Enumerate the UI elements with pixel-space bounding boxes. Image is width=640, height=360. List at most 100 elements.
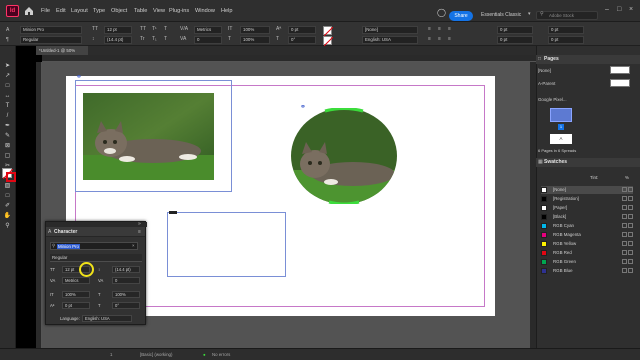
close-icon[interactable]: × — [629, 6, 633, 13]
baseline-shift-field[interactable]: 0 pt — [288, 26, 316, 34]
menu-layout[interactable]: Layout — [71, 8, 88, 14]
align-left-icon[interactable]: ≡ — [428, 26, 431, 32]
skew-field[interactable]: 0° — [288, 36, 316, 44]
subscript-icon[interactable]: T₁ — [152, 36, 157, 42]
align-center-icon[interactable]: ≡ — [438, 26, 441, 32]
tracking-field[interactable]: 0 — [194, 36, 222, 44]
kitten-ellipse-image[interactable] — [291, 108, 397, 204]
paragraph-style-field[interactable]: [None] — [362, 26, 418, 34]
swatch-row[interactable]: [Registration] — [541, 195, 633, 203]
rectangle-frame-tool-icon[interactable]: ⊠ — [3, 142, 12, 150]
right-indent-field[interactable]: 0 pt — [548, 26, 584, 34]
link-icon-ellipse[interactable]: ⚭ — [300, 103, 306, 111]
minimize-icon[interactable]: – — [605, 6, 609, 13]
font-size-field[interactable]: 12 pt — [104, 26, 132, 34]
preflight-profile[interactable]: [Basic] (working) — [140, 352, 172, 357]
lightbulb-icon[interactable]: ◯ — [437, 8, 446, 17]
text-frame-handle[interactable] — [169, 211, 177, 214]
pages-none[interactable]: [None] — [538, 68, 551, 73]
eyedropper-tool-icon[interactable]: ✐ — [3, 202, 12, 210]
line-tool-icon[interactable]: / — [3, 112, 12, 120]
panel-language-field[interactable]: English: USA — [82, 315, 132, 322]
clear-icon[interactable]: × — [132, 243, 135, 248]
zoom-tool-icon[interactable]: ⚲ — [3, 222, 12, 230]
panel-baseline-field[interactable]: 0 pt — [62, 302, 90, 309]
menu-edit[interactable]: Edit — [56, 8, 66, 14]
document-tab[interactable]: *Untitled-1 @ 50% — [36, 46, 88, 55]
stock-search-input[interactable]: Adobe Stock — [536, 11, 598, 20]
swatches-panel-title[interactable]: Swatches — [536, 158, 640, 167]
horizontal-ruler[interactable] — [42, 55, 536, 62]
language-field[interactable]: English: USA — [362, 36, 418, 44]
text-frame[interactable] — [167, 211, 286, 277]
panel-font-field[interactable]: ⚲ Minion Pro × — [50, 242, 138, 250]
all-caps-icon[interactable]: TT — [140, 26, 146, 32]
page-indicator[interactable]: 1 — [110, 352, 112, 357]
menu-help[interactable]: Help — [221, 8, 233, 14]
menu-object[interactable]: Object — [111, 8, 127, 14]
font-style-field[interactable]: Regular — [20, 36, 82, 44]
panel-skew-field[interactable]: 0° — [112, 302, 140, 309]
character-mode-icon[interactable]: A — [6, 27, 9, 33]
home-icon[interactable] — [24, 6, 34, 16]
leading-field[interactable]: (14.4 pt) — [104, 36, 132, 44]
tint-value[interactable]: % — [625, 175, 629, 180]
page-1-thumbnail[interactable] — [550, 108, 572, 122]
left-indent-field[interactable]: 0 pt — [497, 26, 533, 34]
panel-hscale-field[interactable]: 100% — [112, 291, 140, 298]
stroke-none-swatch[interactable] — [323, 36, 334, 47]
swatch-row[interactable]: RGB Red — [541, 249, 633, 257]
swatch-row[interactable]: [None] — [541, 186, 633, 194]
panel-kerning-field[interactable]: Metrics — [62, 277, 90, 284]
justify-left-icon[interactable]: ≡ — [428, 36, 431, 42]
vertical-scale-field[interactable]: 100% — [240, 26, 270, 34]
last-line-indent-field[interactable]: 0 pt — [548, 36, 584, 44]
page-2-thumbnail[interactable]: A — [550, 134, 572, 144]
hand-tool-icon[interactable]: ✋ — [3, 212, 12, 220]
menu-view[interactable]: View — [153, 8, 165, 14]
selection-tool-icon[interactable]: ➤ — [3, 62, 12, 70]
menu-window[interactable]: Window — [195, 8, 215, 14]
pages-a-parent[interactable]: A-Parent — [538, 81, 555, 86]
gradient-tool-icon[interactable]: ▧ — [3, 182, 12, 190]
menu-type[interactable]: Type — [93, 8, 105, 14]
small-caps-icon[interactable]: Tr — [140, 36, 145, 42]
panel-leading-field[interactable]: (14.4 pt) — [112, 266, 140, 273]
rectangle-tool-icon[interactable]: ▢ — [3, 152, 12, 160]
parent-thumb-a[interactable] — [610, 79, 630, 87]
swatch-row[interactable]: RGB Yellow — [541, 240, 633, 248]
align-right-icon[interactable]: ≡ — [448, 26, 451, 32]
parent-thumb-none[interactable] — [610, 66, 630, 74]
fill-none-swatch[interactable] — [323, 26, 334, 37]
superscript-icon[interactable]: T¹ — [152, 26, 157, 32]
gap-tool-icon[interactable]: ↔ — [3, 92, 12, 100]
font-name-selected[interactable]: Minion Pro — [57, 244, 80, 249]
pencil-tool-icon[interactable]: ✎ — [3, 132, 12, 140]
panel-vscale-field[interactable]: 100% — [62, 291, 90, 298]
paragraph-mode-icon[interactable]: ¶ — [6, 37, 9, 43]
swatch-row[interactable]: RGB Green — [541, 258, 633, 266]
swatch-row[interactable]: [Black] — [541, 213, 633, 221]
swatch-row[interactable]: RGB Cyan — [541, 222, 633, 230]
horizontal-scale-field[interactable]: 100% — [240, 36, 270, 44]
font-family-field[interactable]: Minion Pro — [20, 26, 82, 34]
menu-table[interactable]: Table — [134, 8, 147, 14]
menu-file[interactable]: File — [41, 8, 50, 14]
pages-layout-selector[interactable]: Google Pixel... — [538, 97, 567, 102]
swatch-row[interactable]: RGB Magenta — [541, 231, 633, 239]
panel-menu-icon[interactable]: ≡ — [138, 229, 141, 235]
first-line-indent-field[interactable]: 0 pt — [497, 36, 533, 44]
maximize-icon[interactable]: □ — [617, 6, 621, 13]
link-icon[interactable]: ⚭ — [76, 73, 82, 81]
type-tool-icon[interactable]: T — [3, 102, 12, 110]
justify-center-icon[interactable]: ≡ — [438, 36, 441, 42]
pen-tool-icon[interactable]: ✒ — [3, 122, 12, 130]
strikethrough-icon[interactable]: T — [164, 36, 167, 42]
pages-panel-title[interactable]: Pages — [536, 55, 640, 64]
swatch-row[interactable]: RGB Blue — [541, 267, 633, 275]
direct-selection-tool-icon[interactable]: ↗ — [3, 72, 12, 80]
swatch-row[interactable]: [Paper] — [541, 204, 633, 212]
stroke-swatch[interactable] — [6, 172, 16, 182]
kitten-image[interactable] — [83, 93, 214, 180]
panel-style-field[interactable]: Regular — [50, 254, 142, 262]
